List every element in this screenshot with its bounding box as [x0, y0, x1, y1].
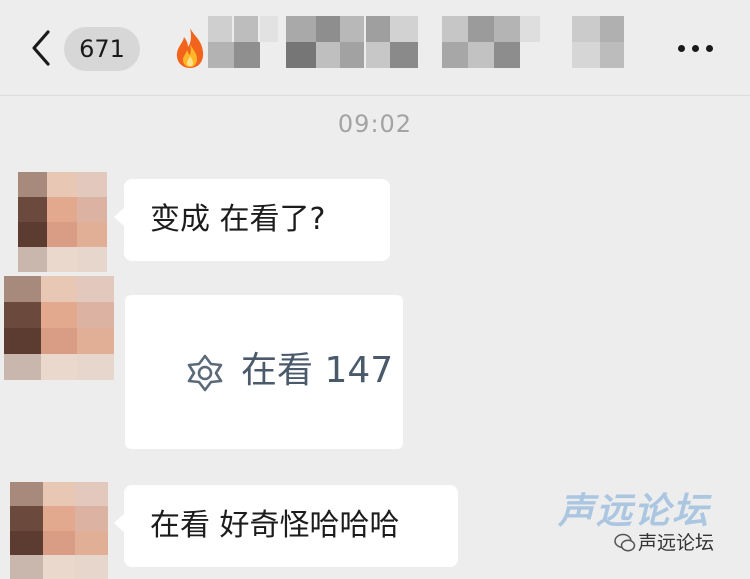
- mosaic-cell: [4, 354, 41, 380]
- mosaic-cell: [75, 482, 109, 507]
- mosaic-cell: [520, 16, 540, 42]
- avatar[interactable]: [10, 482, 109, 579]
- chat-header: 671: [0, 0, 750, 96]
- mosaic-cell: [40, 302, 78, 328]
- mosaic-cell: [494, 42, 520, 68]
- message-text: 变成 在看了?: [150, 202, 326, 237]
- looking-count-label: 在看 147: [241, 350, 394, 391]
- mosaic-cell: [10, 506, 43, 532]
- more-options-button[interactable]: [670, 36, 720, 60]
- mosaic-cell: [572, 16, 600, 42]
- mosaic-cell: [76, 222, 107, 247]
- mosaic-cell: [76, 172, 107, 197]
- watermark: 声远论坛 声远论坛: [552, 494, 750, 579]
- mosaic-cell: [208, 42, 234, 68]
- mosaic-cell: [390, 16, 418, 42]
- mosaic-cell: [572, 42, 600, 68]
- mosaic-cell: [494, 16, 520, 42]
- mosaic-cell: [286, 16, 316, 42]
- mosaic-cell: [18, 172, 48, 197]
- mosaic-cell: [77, 302, 115, 328]
- mosaic-cell: [77, 328, 115, 354]
- mosaic-cell: [10, 554, 43, 579]
- message-bubble[interactable]: 在看 好奇怪哈哈哈: [114, 485, 458, 567]
- mosaic-cell: [600, 16, 624, 42]
- mosaic-cell: [75, 554, 109, 579]
- bubble-tail: [114, 513, 125, 533]
- mosaic-cell: [40, 354, 78, 380]
- mosaic-cell: [366, 16, 390, 42]
- mosaic-cell: [340, 16, 364, 42]
- looking-card-message[interactable]: 在看 147: [125, 295, 403, 449]
- back-button[interactable]: [26, 28, 62, 68]
- avatar[interactable]: [18, 172, 107, 272]
- more-dot: [706, 45, 713, 52]
- mosaic-cell: [468, 16, 494, 42]
- mosaic-cell: [234, 16, 258, 42]
- mosaic-cell: [468, 42, 494, 68]
- mosaic-cell: [208, 16, 232, 42]
- mosaic-cell: [18, 197, 48, 222]
- mosaic-cell: [316, 42, 340, 68]
- mosaic-cell: [442, 42, 468, 68]
- message-text: 在看 好奇怪哈哈哈: [150, 508, 400, 543]
- mosaic-cell: [4, 328, 41, 354]
- mosaic-cell: [42, 554, 76, 579]
- mosaic-cell: [42, 482, 76, 507]
- mosaic-cell: [40, 276, 78, 302]
- mosaic-cell: [18, 222, 48, 247]
- mosaic-cell: [18, 247, 48, 272]
- mosaic-cell: [75, 506, 109, 532]
- mosaic-cell: [316, 16, 340, 42]
- message-bubble[interactable]: 变成 在看了?: [114, 179, 390, 261]
- mosaic-cell: [260, 16, 278, 42]
- mosaic-cell: [4, 302, 41, 328]
- mosaic-cell: [10, 482, 43, 507]
- more-dot: [692, 45, 699, 52]
- mosaic-cell: [47, 222, 78, 247]
- mosaic-cell: [10, 530, 43, 556]
- fire-emoji-icon: [176, 28, 204, 68]
- mosaic-cell: [286, 42, 316, 68]
- mosaic-cell: [40, 328, 78, 354]
- chevron-left-icon: [32, 30, 50, 66]
- mosaic-cell: [47, 247, 78, 272]
- mosaic-cell: [47, 172, 78, 197]
- bubble-tail: [114, 207, 125, 227]
- mosaic-cell: [76, 247, 107, 272]
- mosaic-cell: [47, 197, 78, 222]
- unread-count-badge[interactable]: 671: [64, 27, 140, 71]
- mosaic-cell: [600, 42, 624, 68]
- mosaic-cell: [442, 16, 468, 42]
- mosaic-cell: [42, 506, 76, 532]
- mosaic-cell: [4, 276, 41, 302]
- mosaic-cell: [234, 42, 260, 68]
- message-timestamp: 09:02: [337, 110, 413, 138]
- chat-title-pixelated: [208, 14, 628, 68]
- wechat-logo-icon: [614, 533, 636, 552]
- mosaic-cell: [77, 276, 115, 302]
- mosaic-cell: [366, 42, 390, 68]
- mosaic-cell: [390, 42, 418, 68]
- mosaic-cell: [76, 197, 107, 222]
- mosaic-cell: [42, 530, 76, 556]
- looking-icon: [187, 354, 223, 392]
- avatar[interactable]: [4, 276, 115, 380]
- watermark-account-name: 声远论坛: [638, 532, 715, 554]
- mosaic-cell: [75, 530, 109, 556]
- mosaic-cell: [77, 354, 115, 380]
- watermark-logo-text: 声远论坛: [558, 491, 711, 532]
- more-dot: [678, 45, 685, 52]
- mosaic-cell: [340, 42, 364, 68]
